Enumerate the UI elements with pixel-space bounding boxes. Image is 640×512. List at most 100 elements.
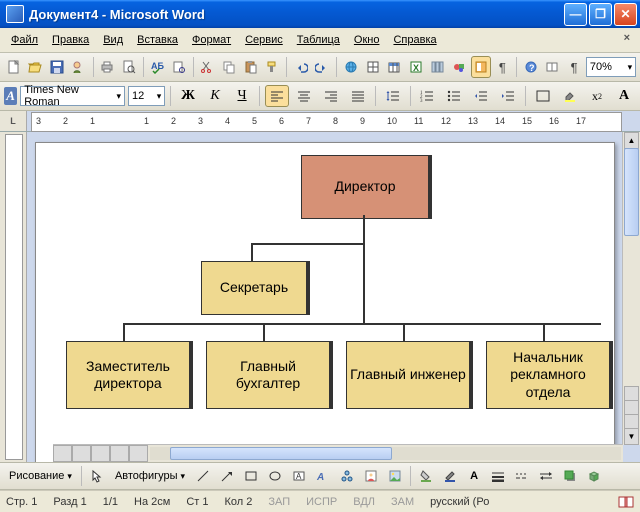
normal-view-button[interactable] [53,445,72,462]
vertical-ruler[interactable] [5,134,23,460]
status-ovr[interactable]: ЗАМ [391,496,414,508]
close-button[interactable]: ✕ [614,3,637,26]
menu-help[interactable]: Справка [386,31,443,49]
align-right-button[interactable] [319,85,343,107]
clipart-button[interactable] [360,465,382,487]
org-node-deputy[interactable]: Заместитель директора [66,341,193,409]
drawing-toolbar-button[interactable] [449,56,469,78]
print-button[interactable] [97,56,117,78]
highlight-button[interactable] [558,85,582,107]
paste-button[interactable] [241,56,261,78]
status-rec[interactable]: ЗАП [268,496,290,508]
align-center-button[interactable] [292,85,316,107]
document-map-button[interactable] [471,56,491,78]
menu-window[interactable]: Окно [347,31,387,49]
org-node-account[interactable]: Главный бухгалтер [206,341,333,409]
maximize-button[interactable]: ❐ [589,3,612,26]
save-button[interactable] [47,56,67,78]
oval-button[interactable] [264,465,286,487]
menu-table[interactable]: Таблица [290,31,347,49]
font-combo[interactable]: Times New Roman▾ [20,86,125,106]
font-color-button[interactable]: A [612,85,636,107]
shadow-button[interactable] [559,465,581,487]
menubar-close-icon[interactable]: × [624,32,630,44]
3d-button[interactable] [583,465,605,487]
textbox-button[interactable]: A [288,465,310,487]
spellcheck-button[interactable]: AБВ [148,56,168,78]
menu-edit[interactable]: Правка [45,31,96,49]
org-node-secretary[interactable]: Секретарь [201,261,310,315]
org-node-director[interactable]: Директор [301,155,432,219]
hyperlink-button[interactable] [341,56,361,78]
status-fix[interactable]: ИСПР [306,496,337,508]
menu-file[interactable]: Файл [4,31,45,49]
prev-page-button[interactable] [624,386,639,401]
open-button[interactable] [26,56,46,78]
horizontal-ruler[interactable]: 3211234567891011121314151617 [31,112,622,132]
bullets-button[interactable] [442,85,466,107]
menu-insert[interactable]: Вставка [130,31,185,49]
copy-button[interactable] [219,56,239,78]
borders-button[interactable] [531,85,555,107]
diagram-button[interactable] [336,465,358,487]
menu-format[interactable]: Формат [185,31,238,49]
fill-color-button[interactable] [415,465,437,487]
status-ext[interactable]: ВДЛ [353,496,375,508]
line-style-button[interactable] [487,465,509,487]
pilcrow-button[interactable]: ¶ [564,56,584,78]
align-justify-button[interactable] [346,85,370,107]
select-objects-button[interactable] [86,465,108,487]
scroll-down-button[interactable]: ▼ [624,428,639,445]
underline-button[interactable]: Ч [230,85,254,107]
menu-service[interactable]: Сервис [238,31,290,49]
italic-button[interactable]: К [203,85,227,107]
superscript-button[interactable]: x2 [585,85,609,107]
columns-button[interactable] [428,56,448,78]
bold-button[interactable]: Ж [176,85,200,107]
select-browse-button[interactable] [624,400,639,415]
print-preview-button[interactable] [119,56,139,78]
wordart-button[interactable]: A [312,465,334,487]
rectangle-button[interactable] [240,465,262,487]
status-language[interactable]: русский (Ро [430,496,489,508]
increase-indent-button[interactable] [496,85,520,107]
next-page-button[interactable] [624,414,639,429]
insert-picture-button[interactable] [384,465,406,487]
zoom-combo[interactable]: 70%▾ [586,57,636,77]
decrease-indent-button[interactable] [469,85,493,107]
tables-borders-button[interactable] [363,56,383,78]
page[interactable]: Директор Секретарь Заместитель директора… [35,142,615,462]
show-marks-button[interactable]: ¶ [493,56,513,78]
arrow-button[interactable] [216,465,238,487]
hscroll-thumb[interactable] [170,447,392,460]
org-node-engineer[interactable]: Главный инженер [346,341,473,409]
org-node-ads[interactable]: Начальник рекламного отдела [486,341,613,409]
line-spacing-button[interactable] [381,85,405,107]
draw-menu[interactable]: Рисование ▾ [4,470,77,482]
ruler-corner[interactable]: L [0,111,27,131]
numbering-button[interactable]: 123 [415,85,439,107]
web-view-button[interactable] [72,445,91,462]
autoshapes-menu[interactable]: Автофигуры ▾ [110,470,190,482]
vscroll-thumb[interactable] [624,148,639,236]
font-color-button-draw[interactable]: A [463,465,485,487]
insert-table-button[interactable] [384,56,404,78]
research-button[interactable] [169,56,189,78]
dash-style-button[interactable] [511,465,533,487]
styles-icon[interactable]: A [4,87,17,105]
scroll-up-button[interactable]: ▲ [624,132,639,149]
align-left-button[interactable] [265,85,289,107]
menu-view[interactable]: Вид [96,31,130,49]
line-color-button[interactable] [439,465,461,487]
minimize-button[interactable]: — [564,3,587,26]
hscroll-track[interactable] [150,447,621,460]
format-painter-button[interactable] [263,56,283,78]
status-book-icon[interactable] [618,495,634,509]
permissions-button[interactable] [69,56,89,78]
outline-view-button[interactable] [110,445,129,462]
arrow-style-button[interactable] [535,465,557,487]
undo-button[interactable] [291,56,311,78]
reading-mode-button[interactable] [543,56,563,78]
font-size-combo[interactable]: 12▾ [128,86,165,106]
help-button[interactable]: ? [521,56,541,78]
